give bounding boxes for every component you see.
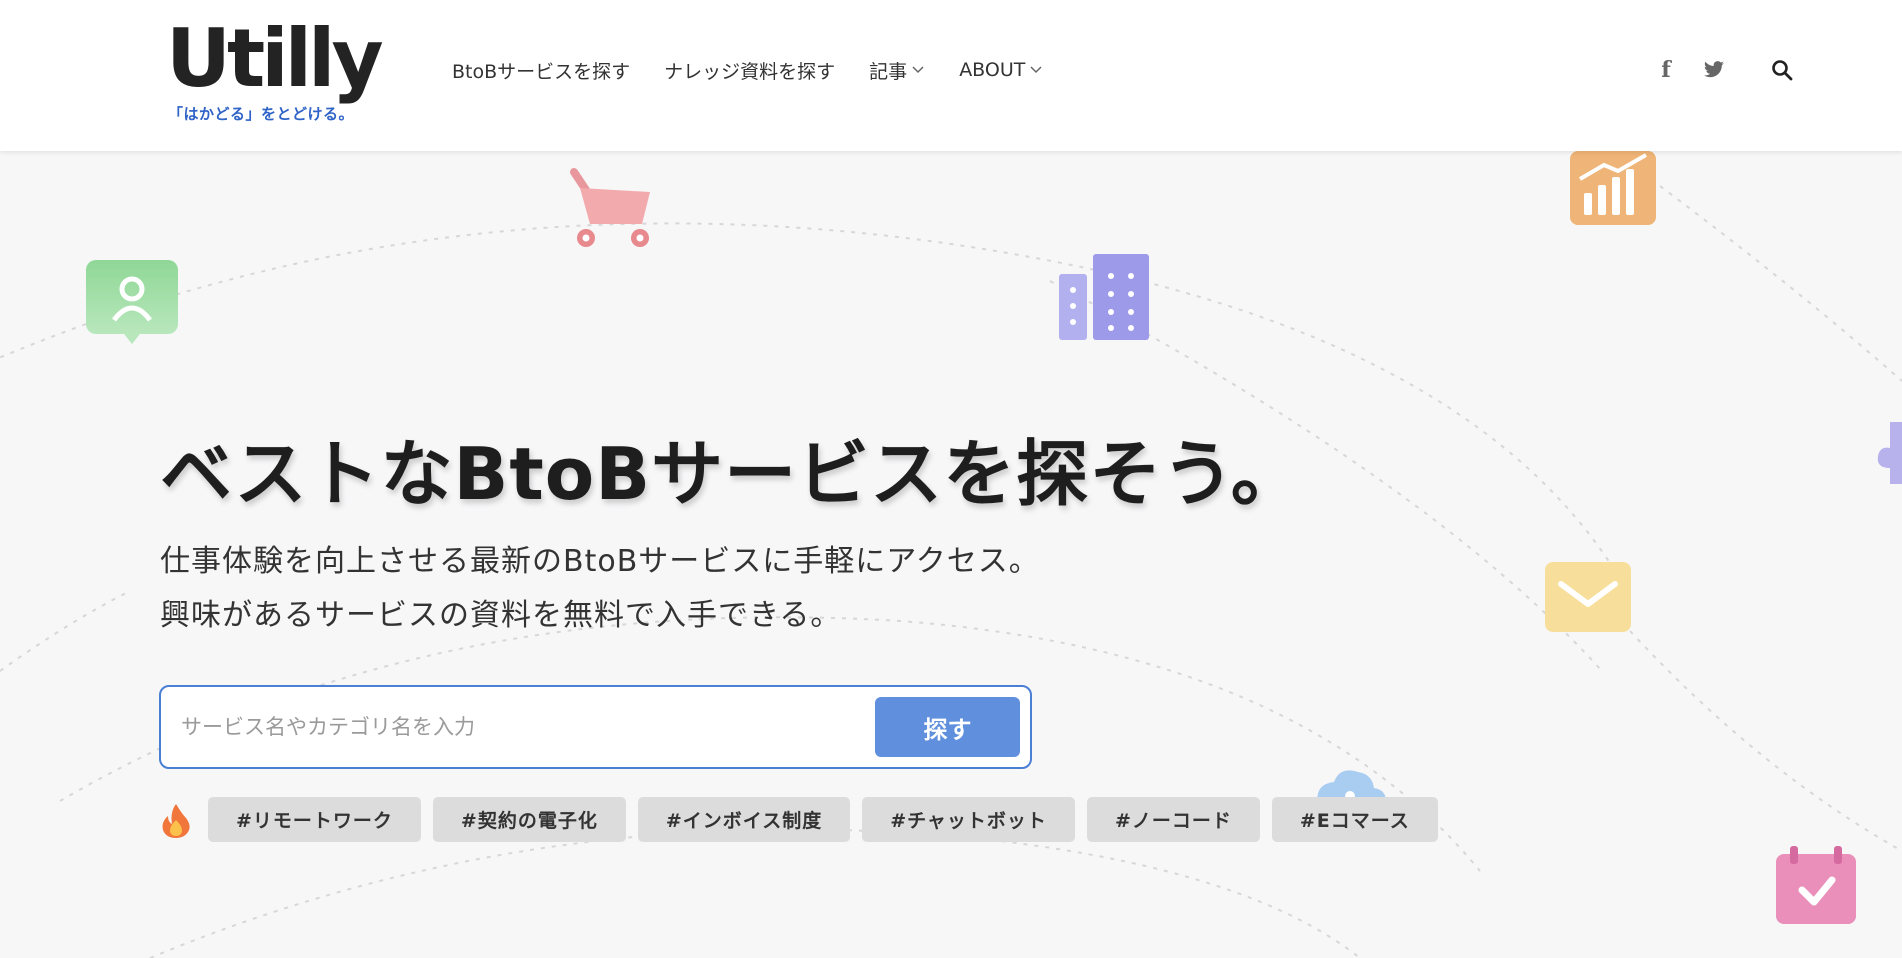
- mail-icon: [1545, 562, 1631, 632]
- site-logo[interactable]: Utilly 「はかどる」をとどける。: [166, 14, 396, 124]
- search-icon[interactable]: [1768, 56, 1796, 84]
- nav-item-find-services[interactable]: BtoBサービスを探す: [452, 57, 630, 84]
- nav-item-articles[interactable]: 記事: [869, 57, 925, 84]
- tag-e-commerce[interactable]: #Eコマース: [1271, 797, 1438, 842]
- user-bubble-icon: [86, 260, 178, 344]
- logo-tagline: 「はかどる」をとどける。: [168, 105, 355, 123]
- hero-title: ベストなBtoBサービスを探そう。: [160, 432, 1304, 516]
- tag-chatbot[interactable]: #チャットボット: [862, 797, 1075, 842]
- nav-item-label: 記事: [869, 60, 908, 83]
- building-icon: [1059, 254, 1149, 340]
- twitter-icon[interactable]: [1700, 56, 1728, 84]
- popular-tags: #リモートワーク #契約の電子化 #インボイス制度 #チャットボット #ノーコー…: [160, 797, 1450, 842]
- search-form: 探す: [159, 685, 1032, 769]
- tag-e-contract[interactable]: #契約の電子化: [432, 797, 626, 842]
- nav-item-about[interactable]: ABOUT: [959, 59, 1043, 81]
- logo-wordmark: Utilly: [166, 12, 384, 105]
- header-icons: f: [1652, 56, 1796, 84]
- tag-remote-work[interactable]: #リモートワーク: [208, 797, 421, 842]
- fire-icon: [162, 803, 190, 838]
- nav-item-label: BtoBサービスを探す: [452, 60, 631, 83]
- nav-item-find-documents[interactable]: ナレッジ資料を探す: [664, 57, 835, 84]
- search-input[interactable]: [181, 703, 821, 751]
- site-header: Utilly 「はかどる」をとどける。 BtoBサービスを探す ナレッジ資料を探…: [0, 0, 1902, 151]
- main-nav: BtoBサービスを探す ナレッジ資料を探す 記事 ABOUT: [452, 56, 1077, 84]
- hero-subtitle-line2: 興味があるサービスの資料を無料で入手できる。: [160, 598, 842, 633]
- shopping-cart-icon: [570, 168, 650, 247]
- tag-no-code[interactable]: #ノーコード: [1086, 797, 1260, 842]
- nav-item-label: ナレッジ資料を探す: [664, 60, 836, 83]
- hero-subtitle-line1: 仕事体験を向上させる最新のBtoBサービスに手軽にアクセス。: [160, 544, 1040, 579]
- puzzle-icon: [1877, 422, 1902, 484]
- search-button[interactable]: 探す: [875, 697, 1020, 757]
- nav-item-label: ABOUT: [959, 59, 1026, 81]
- chevron-down-icon: [912, 66, 924, 74]
- chart-growth-icon: [1570, 151, 1656, 225]
- chevron-down-icon: [1030, 66, 1042, 74]
- facebook-icon[interactable]: f: [1652, 56, 1680, 84]
- calendar-check-icon: [1776, 846, 1856, 924]
- tag-invoice-system[interactable]: #インボイス制度: [637, 797, 851, 842]
